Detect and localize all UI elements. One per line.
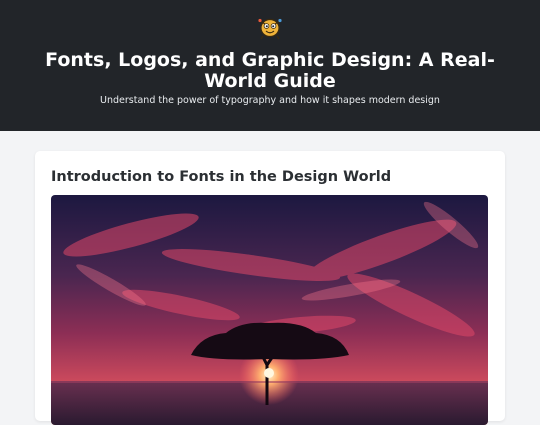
page-subtitle: Understand the power of typography and h… [100,95,440,106]
hero-image [51,195,488,425]
page-title: Fonts, Logos, and Graphic Design: A Real… [45,49,495,92]
site-header: Fonts, Logos, and Graphic Design: A Real… [0,0,540,131]
article-card: Introduction to Fonts in the Design Worl… [35,151,505,425]
article-heading: Introduction to Fonts in the Design Worl… [51,169,392,185]
cartoon-mascot-icon[interactable] [256,15,284,41]
